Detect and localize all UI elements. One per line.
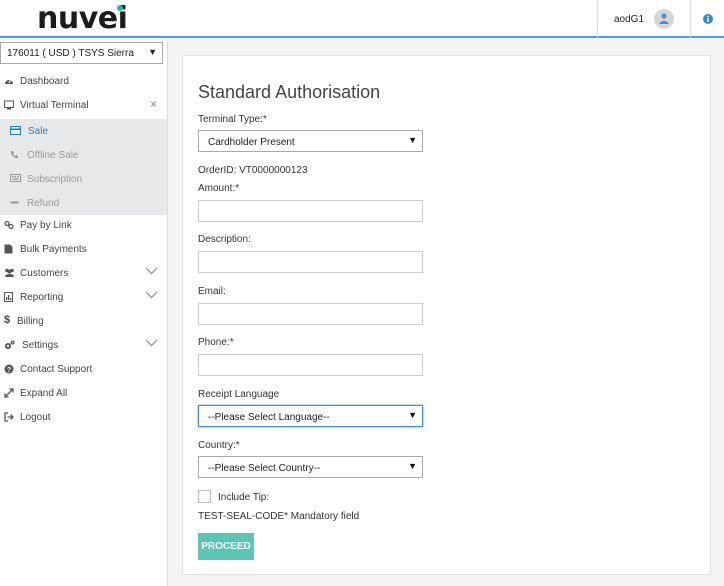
- question-icon: ?: [4, 364, 14, 374]
- submenu-item-subscription[interactable]: Subscription: [0, 167, 167, 191]
- receipt-language-value: --Please Select Language--: [208, 412, 330, 423]
- country-select[interactable]: --Please Select Country-- ▼: [198, 456, 423, 478]
- sidebar-item-label: Billing: [17, 316, 44, 327]
- country-value: --Please Select Country--: [208, 463, 321, 474]
- sidebar-item-settings[interactable]: Settings: [0, 333, 167, 357]
- sidebar-item-virtual-terminal[interactable]: Virtual Terminal ×: [0, 93, 167, 117]
- minus-icon: [10, 198, 20, 208]
- sidebar-item-pay-by-link[interactable]: Pay by Link: [0, 213, 167, 237]
- standard-authorisation-form: Standard Authorisation Terminal Type:* C…: [182, 55, 711, 575]
- merchant-select[interactable]: 176011 ( USD ) TSYS Sierra ▼: [0, 42, 163, 64]
- user-avatar-icon: [654, 9, 674, 29]
- sidebar-item-label: Virtual Terminal: [20, 100, 89, 111]
- phone-field[interactable]: [198, 354, 423, 376]
- sidebar: 176011 ( USD ) TSYS Sierra ▼ Dashboard V…: [0, 40, 168, 586]
- dropdown-arrow-icon: ▼: [408, 135, 417, 145]
- page-title: Standard Authorisation: [198, 82, 381, 102]
- sidebar-item-reporting[interactable]: Reporting: [0, 285, 167, 309]
- link-icon: [4, 220, 14, 230]
- sidebar-item-label: Expand All: [20, 388, 68, 399]
- sidebar-item-expand-all[interactable]: Expand All: [0, 381, 167, 405]
- submenu-item-sale[interactable]: Sale: [0, 119, 167, 143]
- nuvei-logo[interactable]: nuvei: [37, 1, 128, 36]
- submenu-item-label: Subscription: [27, 174, 83, 185]
- sidebar-item-bulk-payments[interactable]: Bulk Payments: [0, 237, 167, 261]
- report-icon: [4, 292, 14, 302]
- sidebar-item-logout[interactable]: Logout: [0, 405, 167, 429]
- terminal-type-value: Cardholder Present: [208, 137, 295, 148]
- sidebar-item-label: Dashboard: [20, 76, 69, 87]
- description-field[interactable]: [198, 251, 423, 273]
- chevron-down-icon[interactable]: [145, 339, 158, 350]
- brand-text: nuvei: [37, 1, 128, 36]
- logout-icon: [4, 412, 14, 422]
- submenu-item-label: Offline Sale: [27, 150, 79, 161]
- amount-label: Amount:*: [198, 183, 240, 194]
- sidebar-item-label: Contact Support: [20, 364, 93, 375]
- include-tip-label: Include Tip:: [218, 492, 270, 503]
- terminal-type-select[interactable]: Cardholder Present ▼: [198, 130, 423, 152]
- keyboard-icon: [10, 174, 21, 184]
- chevron-down-icon[interactable]: [145, 291, 158, 302]
- user-menu[interactable]: aodG1: [597, 0, 691, 38]
- receipt-language-label: Receipt Language: [198, 389, 280, 400]
- sidebar-item-label: Customers: [20, 268, 69, 279]
- sidebar-item-label: Settings: [22, 340, 59, 351]
- sidebar-item-dashboard[interactable]: Dashboard: [0, 69, 167, 93]
- country-label: Country:*: [198, 440, 240, 451]
- submenu-item-label: Refund: [27, 198, 60, 209]
- dropdown-arrow-icon: ▼: [408, 461, 417, 471]
- dropdown-arrow-icon: ▼: [148, 47, 157, 57]
- chevron-down-icon[interactable]: [145, 267, 158, 278]
- description-label: Description:: [198, 234, 251, 245]
- sidebar-item-label: Logout: [20, 412, 51, 423]
- svg-text:?: ?: [7, 367, 11, 374]
- close-icon[interactable]: ×: [150, 97, 157, 111]
- top-header: nuvei aodG1: [0, 0, 724, 38]
- document-icon: [4, 244, 14, 254]
- terminal-icon: [4, 100, 14, 110]
- submenu-item-offline-sale[interactable]: Offline Sale: [0, 143, 167, 167]
- sidebar-item-billing[interactable]: $ Billing: [0, 309, 167, 333]
- card-icon: [10, 126, 21, 136]
- info-icon[interactable]: [702, 13, 714, 25]
- sidebar-item-label: Bulk Payments: [20, 244, 87, 255]
- dashboard-icon: [4, 76, 14, 86]
- users-icon: [4, 268, 14, 278]
- sidebar-item-customers[interactable]: Customers: [0, 261, 167, 285]
- sidebar-item-contact-support[interactable]: ? Contact Support: [0, 357, 167, 381]
- terminal-type-label: Terminal Type:*: [198, 114, 267, 125]
- receipt-language-select[interactable]: --Please Select Language-- ▼: [198, 405, 423, 427]
- brand-dot: [117, 5, 123, 11]
- include-tip-checkbox[interactable]: [198, 490, 211, 503]
- user-name: aodG1: [614, 14, 645, 25]
- sidebar-item-label: Reporting: [20, 292, 64, 303]
- expand-icon: [4, 388, 14, 398]
- order-id: OrderID: VT0000000123: [198, 165, 308, 176]
- email-label: Email:: [198, 286, 226, 297]
- dropdown-arrow-icon: ▼: [408, 410, 417, 420]
- dollar-icon: $: [4, 314, 11, 326]
- amount-field[interactable]: [198, 200, 423, 222]
- phone-icon: [10, 150, 20, 160]
- submenu-item-refund[interactable]: Refund: [0, 191, 167, 215]
- gears-icon: [4, 340, 15, 350]
- submenu-item-label: Sale: [28, 126, 49, 137]
- merchant-select-value: 176011 ( USD ) TSYS Sierra: [7, 48, 134, 59]
- sidebar-item-label: Pay by Link: [20, 220, 72, 231]
- email-field[interactable]: [198, 303, 423, 325]
- phone-label: Phone:*: [198, 337, 234, 348]
- proceed-button[interactable]: PROCEED: [198, 533, 254, 560]
- mandatory-field-note: TEST-SEAL-CODE* Mandatory field: [198, 511, 360, 522]
- virtual-terminal-submenu: Sale Offline Sale Subscription Refund: [0, 119, 167, 215]
